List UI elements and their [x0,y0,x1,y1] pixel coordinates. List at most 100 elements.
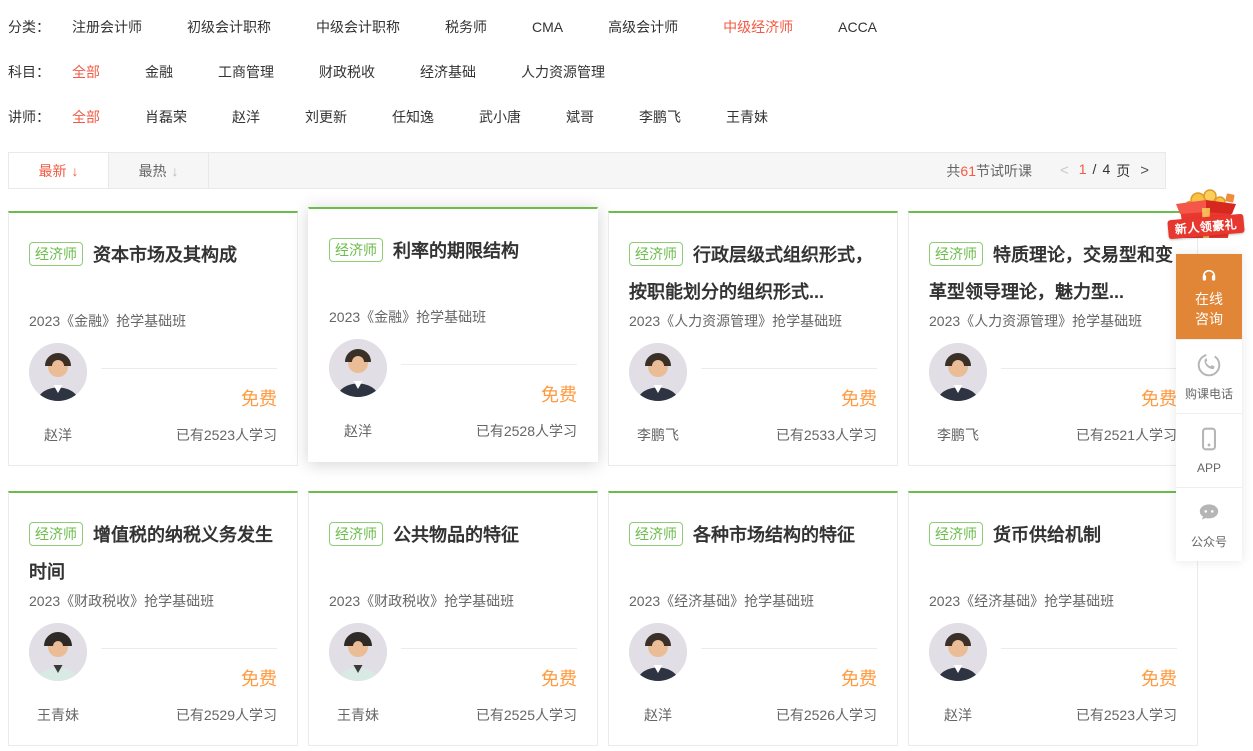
wechat-official-button[interactable]: 公众号 [1176,488,1242,561]
price-label: 免费 [1001,665,1177,691]
filter-option-teacher[interactable]: 任知逸 [392,107,434,127]
course-card-right: 免费 [101,343,277,411]
course-series: 2023《经济基础》抢学基础班 [929,591,1177,611]
filter-option-subject[interactable]: 工商管理 [218,62,274,82]
phone-icon [1196,352,1222,378]
teacher-avatar-graphic [929,343,987,401]
online-consult-button[interactable]: 在线咨询 [1176,254,1242,340]
filter-option-category[interactable]: CMA [532,19,563,35]
course-card[interactable]: 经济师公共物品的特征 2023《财政税收》抢学基础班 [308,491,598,746]
course-card[interactable]: 经济师资本市场及其构成 2023《金融》抢学基础班 [8,211,298,466]
phone-order-label: 购课电话 [1185,385,1233,403]
online-consult-label: 在线咨询 [1193,289,1225,329]
course-card[interactable]: 经济师行政层级式组织形式，按职能划分的组织形式... 2023《人力资源管理》抢… [608,211,898,466]
filter-option-subject[interactable]: 财政税收 [319,62,375,82]
course-card[interactable]: 经济师各种市场结构的特征 2023《经济基础》抢学基础班 [608,491,898,746]
teacher-avatar [929,343,987,401]
course-card-footer: 赵洋 已有2523人学习 [29,425,277,445]
teacher-name: 赵洋 [29,425,87,445]
teacher-avatar [929,623,987,681]
teacher-name: 王青妹 [29,705,87,725]
course-card-body: 免费 [929,623,1177,691]
filter-option-category[interactable]: 税务师 [445,17,487,37]
sort-desc-icon: ↓ [72,163,79,179]
filter-option-teacher[interactable]: 王青妹 [726,107,768,127]
course-badge: 经济师 [929,242,983,266]
current-page: 1 [1079,161,1087,181]
course-card-footer: 赵洋 已有2526人学习 [629,705,877,725]
course-title-row: 经济师利率的期限结构 [329,209,577,307]
filter-option-teacher[interactable]: 肖磊荣 [145,107,187,127]
teacher-name: 赵洋 [929,705,987,725]
next-page-icon[interactable]: > [1140,162,1149,179]
filter-option-category[interactable]: 中级经济师 [723,17,793,37]
new-user-gift-banner[interactable]: 新人领豪礼 [1168,188,1244,244]
learners-count: 已有2533人学习 [776,425,877,445]
filter-row-teacher: 讲师： 全部 肖磊荣 赵洋 刘更新 任知逸 武小唐 斌哥 李鹏飞 [8,94,1253,139]
teacher-avatar [29,623,87,681]
teacher-name: 李鹏飞 [629,425,687,445]
teacher-avatar-graphic [29,623,87,681]
prev-page-icon[interactable]: < [1060,162,1069,179]
course-card-footer: 赵洋 已有2528人学习 [329,421,577,441]
course-card-right: 免费 [701,623,877,691]
course-card-body: 免费 [29,343,277,411]
filter-option-teacher[interactable]: 全部 [72,107,100,127]
filter-option-subject[interactable]: 全部 [72,62,100,82]
filter-option-teacher[interactable]: 李鹏飞 [639,107,681,127]
course-series: 2023《金融》抢学基础班 [29,311,277,331]
learners-count: 已有2521人学习 [1076,425,1177,445]
sort-tab-label: 最热 [139,161,167,181]
teacher-avatar [629,623,687,681]
filter-option-category[interactable]: 高级会计师 [608,17,678,37]
sort-tab-newest[interactable]: 最新 ↓ [9,153,109,188]
course-series: 2023《财政税收》抢学基础班 [329,591,577,611]
course-title: 资本市场及其构成 [93,245,237,265]
price-label: 免费 [101,385,277,411]
filter-option-teacher[interactable]: 刘更新 [305,107,347,127]
filter-option-category[interactable]: 注册会计师 [72,17,142,37]
sort-tab-label: 最新 [39,161,67,181]
filter-option-category[interactable]: 中级会计职称 [316,17,400,37]
course-card[interactable]: 经济师增值税的纳税义务发生时间 2023《财政税收》抢学基础班 [8,491,298,746]
price-label: 免费 [401,665,577,691]
course-series: 2023《财政税收》抢学基础班 [29,591,277,611]
filter-option-teacher[interactable]: 赵洋 [232,107,260,127]
divider [401,648,577,649]
course-card[interactable]: 经济师货币供给机制 2023《经济基础》抢学基础班 [908,491,1198,746]
course-title-row: 经济师特质理论，交易型和变革型领导理论，魅力型... [929,213,1177,311]
headset-icon [1196,266,1222,282]
course-card[interactable]: 经济师利率的期限结构 2023《金融》抢学基础班 [308,207,598,462]
pagination: < 1 / 4 页 > [1060,161,1149,181]
teacher-avatar [329,623,387,681]
divider [1001,648,1177,649]
filter-option-category[interactable]: 初级会计职称 [187,17,271,37]
teacher-name: 李鹏飞 [929,425,987,445]
filter-option-teacher[interactable]: 武小唐 [479,107,521,127]
total-count-number: 61 [960,163,976,179]
filter-option-subject[interactable]: 金融 [145,62,173,82]
price-label: 免费 [701,665,877,691]
course-title-row: 经济师行政层级式组织形式，按职能划分的组织形式... [629,213,877,311]
filter-option-subject[interactable]: 经济基础 [420,62,476,82]
teacher-name: 王青妹 [329,705,387,725]
filter-option-category[interactable]: ACCA [838,19,877,35]
sort-tab-hottest[interactable]: 最热 ↓ [109,153,209,188]
course-title: 货币供给机制 [993,525,1101,545]
filter-label-subject: 科目： [8,62,72,82]
floating-sidebar: 新人领豪礼 在线咨询 购课电话 [1176,188,1242,561]
course-card-body: 免费 [329,623,577,691]
page-unit: 页 [1116,161,1130,181]
app-download-label: APP [1197,459,1221,477]
phone-order-button[interactable]: 购课电话 [1176,340,1242,414]
course-series: 2023《人力资源管理》抢学基础班 [929,311,1177,331]
filter-label-teacher: 讲师： [8,107,72,127]
course-card-footer: 李鹏飞 已有2533人学习 [629,425,877,445]
course-card[interactable]: 经济师特质理论，交易型和变革型领导理论，魅力型... 2023《人力资源管理》抢… [908,211,1198,466]
filter-option-teacher[interactable]: 斌哥 [566,107,594,127]
page-separator: / [1093,161,1097,181]
sort-desc-icon: ↓ [172,163,179,179]
course-title-row: 经济师公共物品的特征 [329,493,577,591]
app-download-button[interactable]: APP [1176,414,1242,488]
filter-option-subject[interactable]: 人力资源管理 [521,62,605,82]
